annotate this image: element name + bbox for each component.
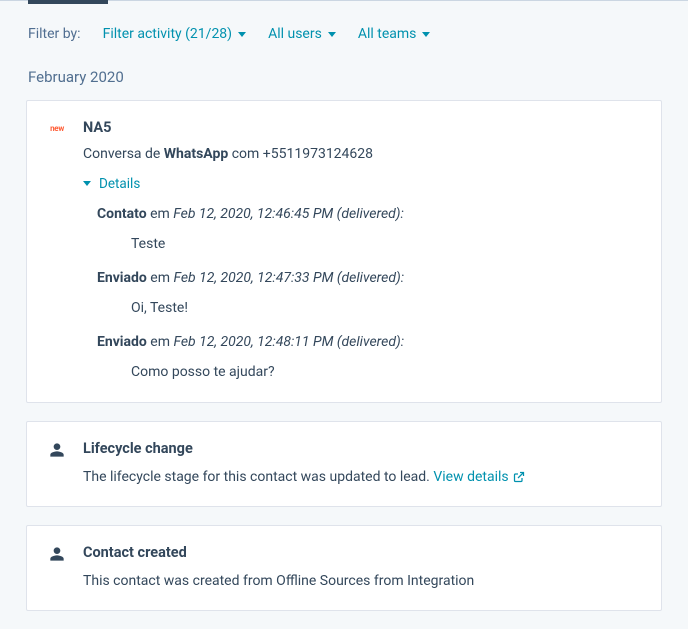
details-label: Details <box>99 176 140 192</box>
card-icon-column <box>47 544 67 592</box>
message-body: Teste <box>131 236 641 252</box>
message-mid: em <box>147 334 174 350</box>
filter-activity-label: Filter activity (21/28) <box>103 26 232 42</box>
filter-by-label: Filter by: <box>28 26 81 42</box>
card-body: Lifecycle change The lifecycle stage for… <box>83 440 641 488</box>
subtitle-number: +5511973124628 <box>263 146 373 162</box>
message-timestamp: Feb 12, 2020, 12:48:11 PM <box>173 334 333 350</box>
caret-down-icon <box>238 32 246 37</box>
message-direction: Enviado <box>97 270 147 286</box>
person-icon <box>49 442 65 458</box>
view-details-label: View details <box>433 467 508 488</box>
message-direction: Enviado <box>97 334 147 350</box>
message-direction: Contato <box>97 206 147 222</box>
view-details-link[interactable]: View details <box>433 467 524 488</box>
message-timestamp: Feb 12, 2020, 12:47:33 PM <box>173 270 333 286</box>
filter-users-dropdown[interactable]: All users <box>268 26 336 42</box>
message-status: delivered <box>342 334 396 350</box>
details-toggle[interactable]: Details <box>83 176 140 192</box>
message-mid: em <box>147 270 174 286</box>
message-status: delivered <box>342 270 396 286</box>
conversation-sender: NA5 <box>83 119 641 136</box>
month-header: February 2020 <box>0 68 688 100</box>
subtitle-prefix: Conversa de <box>83 146 164 162</box>
filter-bar: Filter by: Filter activity (21/28) All u… <box>0 26 688 68</box>
filter-teams-dropdown[interactable]: All teams <box>358 26 431 42</box>
subtitle-mid: com <box>228 146 263 162</box>
external-link-icon <box>513 471 525 483</box>
card-body: Contact created This contact was created… <box>83 544 641 592</box>
message-header: Enviado em Feb 12, 2020, 12:47:33 PM (de… <box>97 270 641 286</box>
message-item: Contato em Feb 12, 2020, 12:46:45 PM (de… <box>97 206 641 252</box>
message-body: Oi, Teste! <box>131 300 641 316</box>
integration-logo-icon: new <box>50 121 64 384</box>
message-body: Como posso te ajudar? <box>131 364 641 380</box>
active-tab-indicator <box>28 0 108 4</box>
card-body: NA5 Conversa de WhatsApp com +5511973124… <box>83 119 641 384</box>
person-icon <box>49 546 65 562</box>
lifecycle-card: Lifecycle change The lifecycle stage for… <box>26 421 662 507</box>
filter-users-label: All users <box>268 26 322 42</box>
lifecycle-title: Lifecycle change <box>83 440 641 457</box>
contact-created-card: Contact created This contact was created… <box>26 525 662 611</box>
created-title: Contact created <box>83 544 641 561</box>
paren-close: ): <box>396 206 404 222</box>
lifecycle-text-row: The lifecycle stage for this contact was… <box>83 467 641 488</box>
subtitle-channel: WhatsApp <box>164 146 228 162</box>
conversation-card: new NA5 Conversa de WhatsApp com +551197… <box>26 100 662 403</box>
message-header: Enviado em Feb 12, 2020, 12:48:11 PM (de… <box>97 334 641 350</box>
paren-close: ): <box>396 270 404 286</box>
conversation-subtitle: Conversa de WhatsApp com +5511973124628 <box>83 146 641 162</box>
paren-open: ( <box>333 270 341 286</box>
chevron-down-icon <box>83 181 91 186</box>
caret-down-icon <box>328 32 336 37</box>
message-status: delivered <box>341 206 395 222</box>
filter-teams-label: All teams <box>358 26 417 42</box>
caret-down-icon <box>422 32 430 37</box>
message-header: Contato em Feb 12, 2020, 12:46:45 PM (de… <box>97 206 641 222</box>
message-mid: em <box>147 206 174 222</box>
message-timestamp: Feb 12, 2020, 12:46:45 PM <box>173 206 333 222</box>
card-icon-column: new <box>47 119 67 384</box>
lifecycle-text: The lifecycle stage for this contact was… <box>83 469 433 485</box>
paren-close: ): <box>396 334 404 350</box>
message-item: Enviado em Feb 12, 2020, 12:48:11 PM (de… <box>97 334 641 380</box>
paren-open: ( <box>333 334 341 350</box>
filter-activity-dropdown[interactable]: Filter activity (21/28) <box>103 26 246 42</box>
card-icon-column <box>47 440 67 488</box>
created-text: This contact was created from Offline So… <box>83 571 641 592</box>
message-item: Enviado em Feb 12, 2020, 12:47:33 PM (de… <box>97 270 641 316</box>
